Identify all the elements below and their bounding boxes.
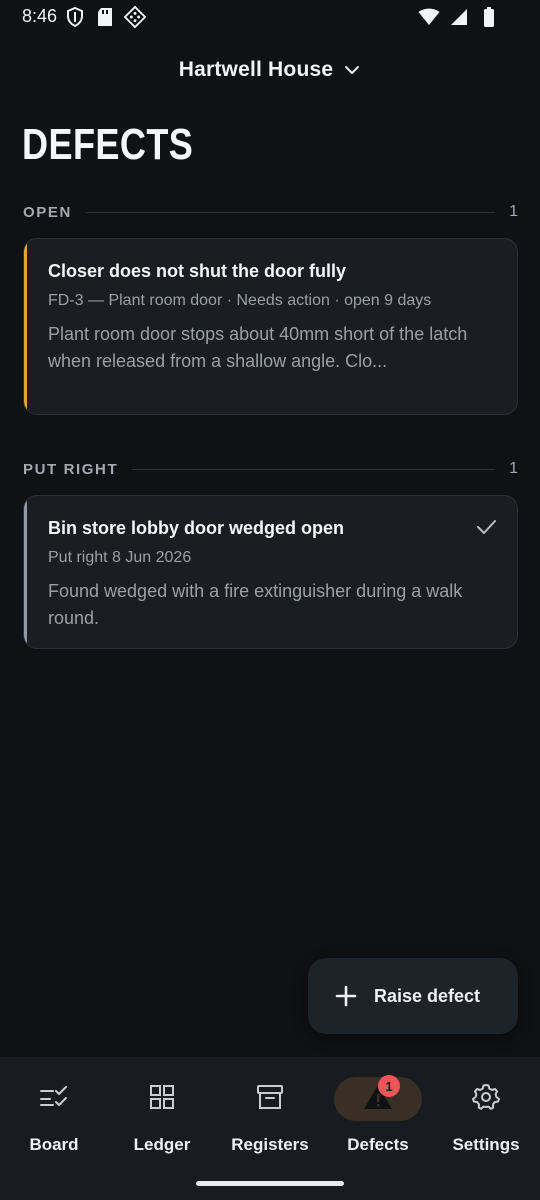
section-divider (85, 211, 496, 213)
site-switcher[interactable]: Hartwell House (0, 58, 540, 82)
nav-icon-wrap (10, 1077, 98, 1121)
nav-item-ledger[interactable]: Ledger (108, 1077, 216, 1157)
section-count: 1 (509, 460, 518, 477)
defect-card-open[interactable]: Closer does not shut the door fully FD-3… (23, 238, 518, 415)
nav-label: Defects (347, 1135, 409, 1154)
nav-label: Registers (231, 1135, 309, 1154)
home-indicator[interactable] (196, 1181, 344, 1186)
nav-icon-wrap (118, 1077, 206, 1121)
nav-label: Board (29, 1135, 79, 1154)
defect-card-put-right[interactable]: Bin store lobby door wedged open Put rig… (23, 495, 518, 649)
status-accent-bar (24, 239, 27, 414)
section-header-put-right: PUT RIGHT 1 (23, 459, 518, 479)
nav-label: Ledger (133, 1135, 191, 1154)
nav-label: Settings (452, 1135, 520, 1154)
defect-meta: FD-3 — Plant room door · Needs action · … (48, 292, 432, 309)
defect-description: Found wedged with a fire extinguisher du… (48, 581, 463, 628)
status-accent-bar (24, 496, 27, 648)
gear-icon (472, 1083, 500, 1116)
nav-item-board[interactable]: Board (0, 1077, 108, 1157)
section-label: OPEN (23, 203, 72, 221)
defects-count-badge: 1 (378, 1075, 400, 1097)
grid-icon (149, 1084, 175, 1115)
battery-icon (478, 6, 500, 28)
nav-item-defects[interactable]: 1 Defects (324, 1075, 432, 1157)
page-title: DEFECTS (22, 120, 194, 169)
defect-title: Bin store lobby door wedged open (48, 518, 345, 538)
section-label: PUT RIGHT (23, 460, 119, 478)
chevron-down-icon (343, 61, 361, 79)
archive-icon (256, 1084, 284, 1115)
nav-icon-wrap-active: 1 (334, 1075, 422, 1121)
site-name: Hartwell House (178, 58, 334, 81)
status-time: 8:46 (22, 6, 58, 26)
defect-meta: Put right 8 Jun 2026 (48, 549, 192, 566)
signal-icon (448, 6, 470, 28)
bottom-nav: Board Ledger Registers 1 Defects Setting… (0, 1057, 540, 1200)
section-header-open: OPEN 1 (23, 202, 518, 222)
defect-title: Closer does not shut the door fully (48, 261, 347, 281)
defect-description: Plant room door stops about 40mm short o… (48, 324, 468, 371)
check-icon (475, 516, 497, 538)
diamond-grid-icon (124, 5, 146, 29)
status-bar: 8:46 (0, 0, 540, 34)
nav-icon-wrap (226, 1077, 314, 1121)
section-divider (132, 468, 496, 470)
nav-item-settings[interactable]: Settings (432, 1077, 540, 1157)
sd-card-icon (94, 6, 116, 28)
plus-icon (334, 984, 358, 1008)
raise-defect-button[interactable]: Raise defect (308, 958, 518, 1034)
checklist-icon (39, 1085, 69, 1114)
raise-defect-label: Raise defect (374, 985, 481, 1006)
section-count: 1 (509, 203, 518, 220)
nav-icon-wrap (442, 1077, 530, 1121)
defects-screen: 8:46 Hartwell House DEFECTS OPEN 1 Close… (0, 0, 540, 1200)
wifi-icon (418, 6, 440, 28)
nav-item-registers[interactable]: Registers (216, 1077, 324, 1157)
shield-icon (64, 6, 86, 28)
